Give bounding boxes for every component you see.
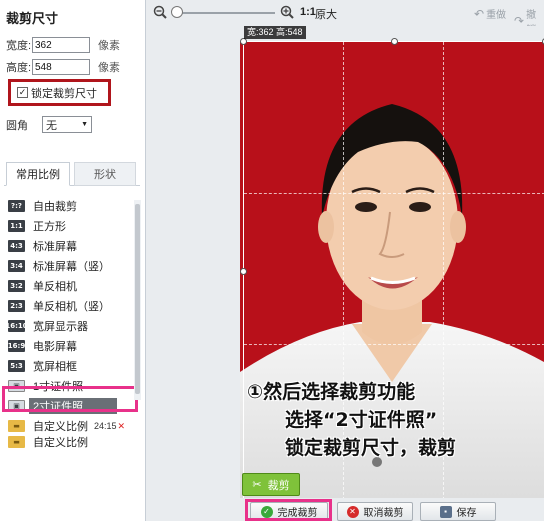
width-input[interactable] (32, 37, 90, 53)
corner-select[interactable]: 无 ▼ (42, 116, 92, 133)
chevron-down-icon: ▼ (81, 121, 88, 128)
grid-line (244, 193, 544, 195)
ratio-item-5-3[interactable]: 5:3 宽屏相框 (8, 356, 132, 376)
grid-line (244, 344, 544, 346)
crop-button-label: 裁剪 (267, 479, 290, 492)
crop-handle-left[interactable] (240, 268, 247, 275)
ratio-item-3-2[interactable]: 3:2 单反相机 (8, 276, 132, 296)
custom-ratio-value: 24:15 (94, 421, 117, 431)
checkbox-checked-icon[interactable]: ✓ (17, 87, 28, 98)
cancel-crop-label: 取消裁剪 (363, 508, 404, 519)
annotation-line-3: 锁定裁剪尺寸，裁剪 (285, 437, 457, 459)
lock-crop-size-checkbox[interactable]: ✓ 锁定裁剪尺寸 (8, 79, 111, 106)
ratio-item-label: 单反相机 (33, 281, 77, 293)
ratio-5-3-icon: 5:3 (8, 360, 25, 372)
ratio-item-16-10[interactable]: 16:10 宽屏显示器 (5, 316, 132, 336)
height-row: 高度: 像素 (6, 58, 120, 76)
crop-handle-top-left[interactable] (240, 38, 247, 45)
ratio-item-square[interactable]: 1:1 正方形 (8, 216, 132, 236)
zoom-slider[interactable] (175, 12, 275, 14)
ratio-item-label: 宽屏显示器 (33, 321, 88, 333)
original-size-button[interactable]: 原大 (315, 6, 337, 22)
save-button[interactable]: ▪ 保存 (420, 502, 496, 521)
ratio-2-3-icon: 2:3 (8, 300, 25, 312)
redo-label: 重做 (486, 10, 507, 21)
cancel-crop-button[interactable]: ✕ 取消裁剪 (337, 502, 413, 521)
finish-highlight-box (245, 499, 332, 521)
crop-settings-panel: 裁剪尺寸 宽度: 像素 高度: 像素 ✓ 锁定裁剪尺寸 圆角 无 ▼ 常用比例 … (0, 0, 146, 521)
ratio-item-label: 标准屏幕 (33, 241, 77, 253)
ratio-16-9-icon: 16:9 (7, 340, 26, 352)
ratio-3-2-icon: 3:2 (8, 280, 25, 292)
ratio-4-3-icon: 4:3 (8, 240, 25, 252)
width-label: 宽度: (6, 40, 32, 52)
ratio-free-icon: ?:? (8, 200, 25, 212)
zoom-out-icon[interactable] (153, 5, 167, 19)
tutorial-annotation: ①然后选择裁剪功能 选择“2寸证件照” 锁定裁剪尺寸，裁剪 (247, 378, 544, 462)
width-row: 宽度: 像素 (6, 36, 120, 54)
ratio-item-custom[interactable]: ▬ 自定义比例 24:15 ✕ (8, 416, 132, 436)
ratio-item-label: 宽屏相框 (33, 361, 77, 373)
crop-button[interactable]: ✂ 裁剪 (242, 473, 300, 496)
ratio-item-label: 单反相机（竖） (33, 301, 110, 313)
ratio-item-custom-2[interactable]: ▬ 自定义比例 (8, 436, 132, 448)
annotation-line-1: ①然后选择裁剪功能 (247, 381, 416, 403)
ratio-item-4-3[interactable]: 4:3 标准屏幕 (8, 236, 132, 256)
corner-select-value: 无 (46, 119, 57, 132)
save-icon: ▪ (439, 505, 452, 518)
ratio-item-label: 正方形 (33, 221, 66, 233)
lock-crop-size-label: 锁定裁剪尺寸 (31, 87, 97, 100)
selection-highlight-box (2, 386, 138, 412)
ratio-3-4-icon: 3:4 (8, 260, 25, 272)
annotation-line-2: 选择“2寸证件照” (285, 409, 438, 431)
ratio-1-1-icon: 1:1 (8, 220, 25, 232)
ratio-item-16-9[interactable]: 16:9 电影屏幕 (8, 336, 132, 356)
one-to-one-button[interactable]: 1:1 (300, 6, 316, 18)
zoom-slider-knob[interactable] (171, 6, 183, 18)
save-label: 保存 (456, 508, 477, 519)
height-unit: 像素 (98, 62, 120, 74)
tab-shapes[interactable]: 形状 (74, 162, 136, 186)
scissors-icon: ✂ (252, 479, 262, 491)
redo-icon: ↶ (474, 6, 485, 21)
ratio-list-scrollbar[interactable] (134, 200, 141, 400)
corner-label: 圆角 (6, 119, 28, 132)
crop-size-title: 裁剪尺寸 (6, 11, 59, 26)
ratio-item-label: 自定义比例 (33, 421, 88, 433)
ratio-item-label: 电影屏幕 (33, 341, 77, 353)
ratio-16-10-icon: 16:10 (5, 320, 28, 332)
ratio-item-3-4[interactable]: 3:4 标准屏幕（竖） (8, 256, 132, 276)
zoom-in-icon[interactable] (280, 5, 294, 19)
width-unit: 像素 (98, 40, 120, 52)
tab-common-ratios[interactable]: 常用比例 (6, 162, 70, 186)
ratio-item-2-3[interactable]: 2:3 单反相机（竖） (8, 296, 132, 316)
ratio-item-free[interactable]: ?:? 自由裁剪 (8, 196, 132, 216)
ratio-item-label: 标准屏幕（竖） (33, 261, 110, 273)
crop-handle-top[interactable] (391, 38, 398, 45)
corner-row: 圆角 无 ▼ (6, 116, 92, 133)
ratio-tabs: 常用比例 形状 (4, 162, 140, 186)
ratio-item-label: 自由裁剪 (33, 201, 77, 213)
folder-icon: ▬ (8, 436, 25, 448)
delete-icon[interactable]: ✕ (118, 421, 126, 432)
height-label: 高度: (6, 62, 32, 74)
scrollbar-thumb[interactable] (135, 204, 140, 394)
folder-icon: ▬ (8, 420, 25, 432)
zoom-toolbar: 1:1 原大 ↶ 重做 ↷ 撤销 (147, 0, 544, 36)
redo-button[interactable]: ↶ 重做 (474, 6, 507, 22)
height-input[interactable] (32, 59, 90, 75)
ratio-item-label: 自定义比例 (33, 437, 88, 448)
crop-dimension-readout: 宽:362 高:548 (244, 26, 306, 39)
close-icon: ✕ (346, 505, 359, 518)
